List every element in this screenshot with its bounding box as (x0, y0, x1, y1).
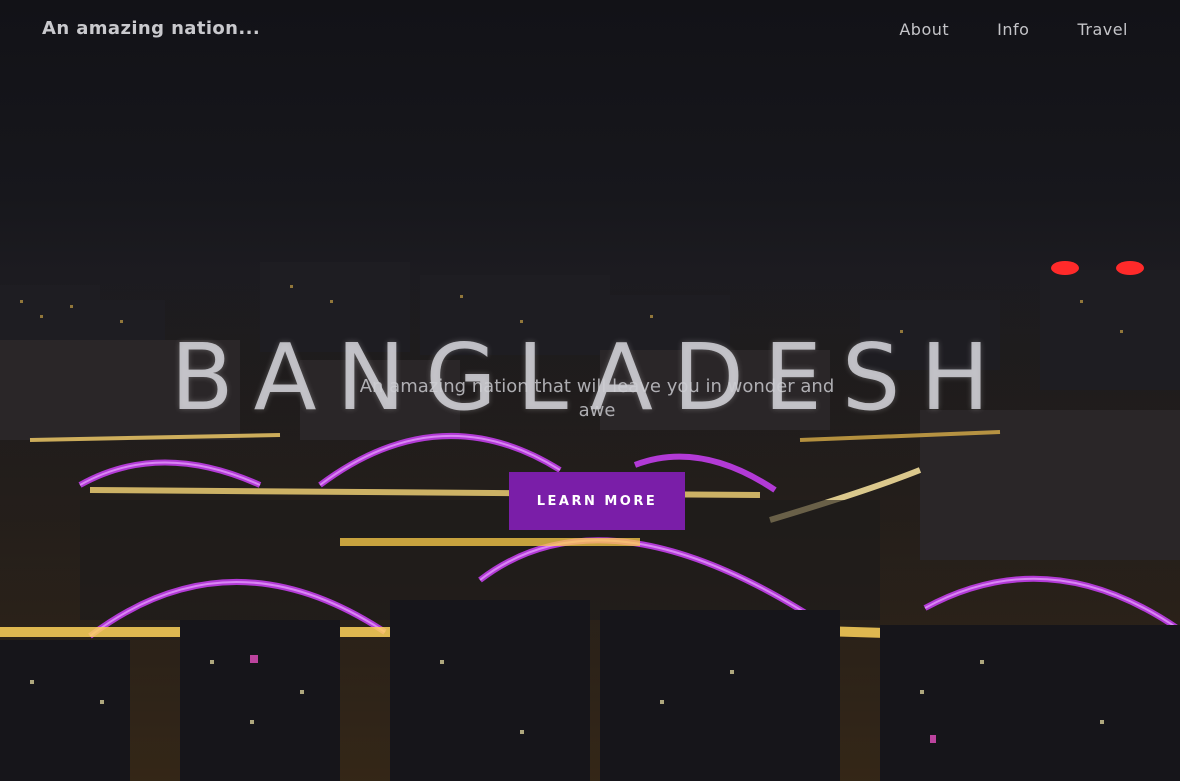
nav-link-about[interactable]: About (899, 20, 949, 39)
site-brand[interactable]: An amazing nation... (42, 18, 260, 39)
nav-link-travel[interactable]: Travel (1077, 20, 1128, 39)
main-nav: About Info Travel (899, 20, 1128, 39)
hero-subtitle: An amazing nation that will leave you in… (359, 376, 835, 421)
nav-link-info[interactable]: Info (997, 20, 1029, 39)
top-navigation-bar: An amazing nation... About Info Travel (0, 0, 1180, 62)
learn-more-button[interactable]: LEARN MORE (509, 472, 685, 530)
